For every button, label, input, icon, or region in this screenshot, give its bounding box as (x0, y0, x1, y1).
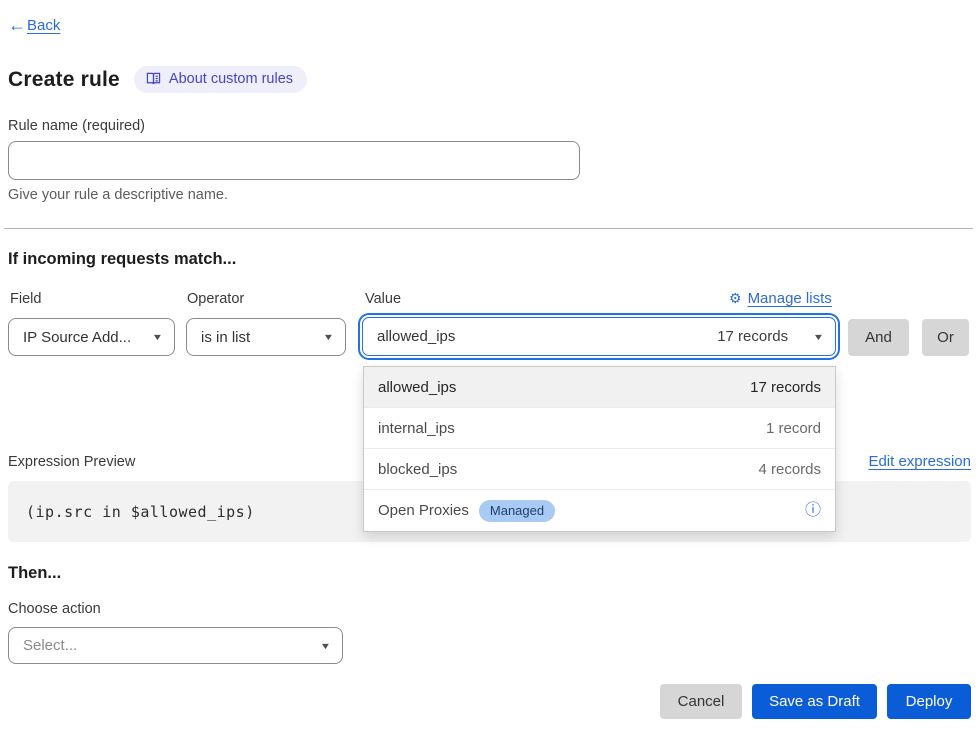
list-option-open-proxies[interactable]: Open Proxies Managed ⓘ (364, 490, 835, 531)
rule-name-helper: Give your rule a descriptive name. (8, 187, 228, 203)
gear-icon: ⚙ (729, 290, 742, 307)
option-name: allowed_ips (378, 379, 456, 396)
action-select-placeholder: Select... (23, 637, 77, 654)
field-label: Field (10, 291, 41, 307)
value-select-value: allowed_ips (377, 328, 455, 345)
about-custom-rules-label: About custom rules (169, 71, 293, 87)
chevron-down-icon: ▼ (323, 332, 335, 342)
section-divider (4, 228, 973, 229)
option-name: Open Proxies (378, 502, 469, 519)
operator-label: Operator (187, 291, 244, 307)
edit-expression-link[interactable]: Edit expression (868, 453, 971, 470)
option-records: 4 records (758, 461, 821, 478)
back-link-label: Back (27, 17, 60, 34)
rule-name-label: Rule name (required) (8, 118, 145, 134)
page-title: Create rule (8, 68, 120, 92)
chevron-down-icon: ▼ (152, 332, 164, 342)
field-select-value: IP Source Add... (23, 329, 131, 346)
action-select[interactable]: Select... ▼ (8, 627, 343, 664)
match-section-heading: If incoming requests match... (8, 250, 236, 269)
field-select[interactable]: IP Source Add... ▼ (8, 318, 175, 356)
rule-name-input[interactable] (8, 141, 580, 180)
deploy-button[interactable]: Deploy (887, 684, 971, 719)
chevron-down-icon: ▼ (813, 332, 825, 342)
manage-lists-link[interactable]: ⚙ Manage lists (729, 290, 832, 307)
managed-badge: Managed (479, 500, 555, 522)
option-name: blocked_ips (378, 461, 457, 478)
operator-select-value: is in list (201, 329, 250, 346)
list-option-blocked-ips[interactable]: blocked_ips 4 records (364, 449, 835, 490)
value-select[interactable]: allowed_ips 17 records ▼ (362, 317, 836, 356)
value-dropdown-menu: allowed_ips 17 records internal_ips 1 re… (363, 366, 836, 532)
create-rule-page: ← Back Create rule About custom rules Ru… (0, 0, 979, 739)
value-label: Value (365, 291, 401, 307)
list-option-allowed-ips[interactable]: allowed_ips 17 records (364, 367, 835, 408)
back-arrow-icon: ← (8, 16, 26, 34)
or-button[interactable]: Or (922, 319, 969, 356)
expression-code: (ip.src in $allowed_ips) (26, 503, 255, 521)
save-as-draft-button[interactable]: Save as Draft (752, 684, 877, 719)
info-icon[interactable]: ⓘ (805, 503, 821, 519)
value-select-records: 17 records (717, 328, 788, 345)
cancel-button[interactable]: Cancel (660, 684, 742, 719)
option-name: internal_ips (378, 420, 455, 437)
about-custom-rules-link[interactable]: About custom rules (134, 66, 307, 93)
option-records: 1 record (766, 420, 821, 437)
expression-preview-label: Expression Preview (8, 454, 135, 470)
book-icon (146, 72, 161, 86)
choose-action-label: Choose action (8, 601, 101, 617)
back-link[interactable]: ← Back (8, 16, 60, 34)
list-option-internal-ips[interactable]: internal_ips 1 record (364, 408, 835, 449)
then-section-heading: Then... (8, 564, 61, 583)
operator-select[interactable]: is in list ▼ (186, 318, 346, 356)
and-button[interactable]: And (848, 319, 909, 356)
chevron-down-icon: ▼ (320, 641, 332, 651)
manage-lists-label: Manage lists (748, 290, 832, 307)
option-records: 17 records (750, 379, 821, 396)
